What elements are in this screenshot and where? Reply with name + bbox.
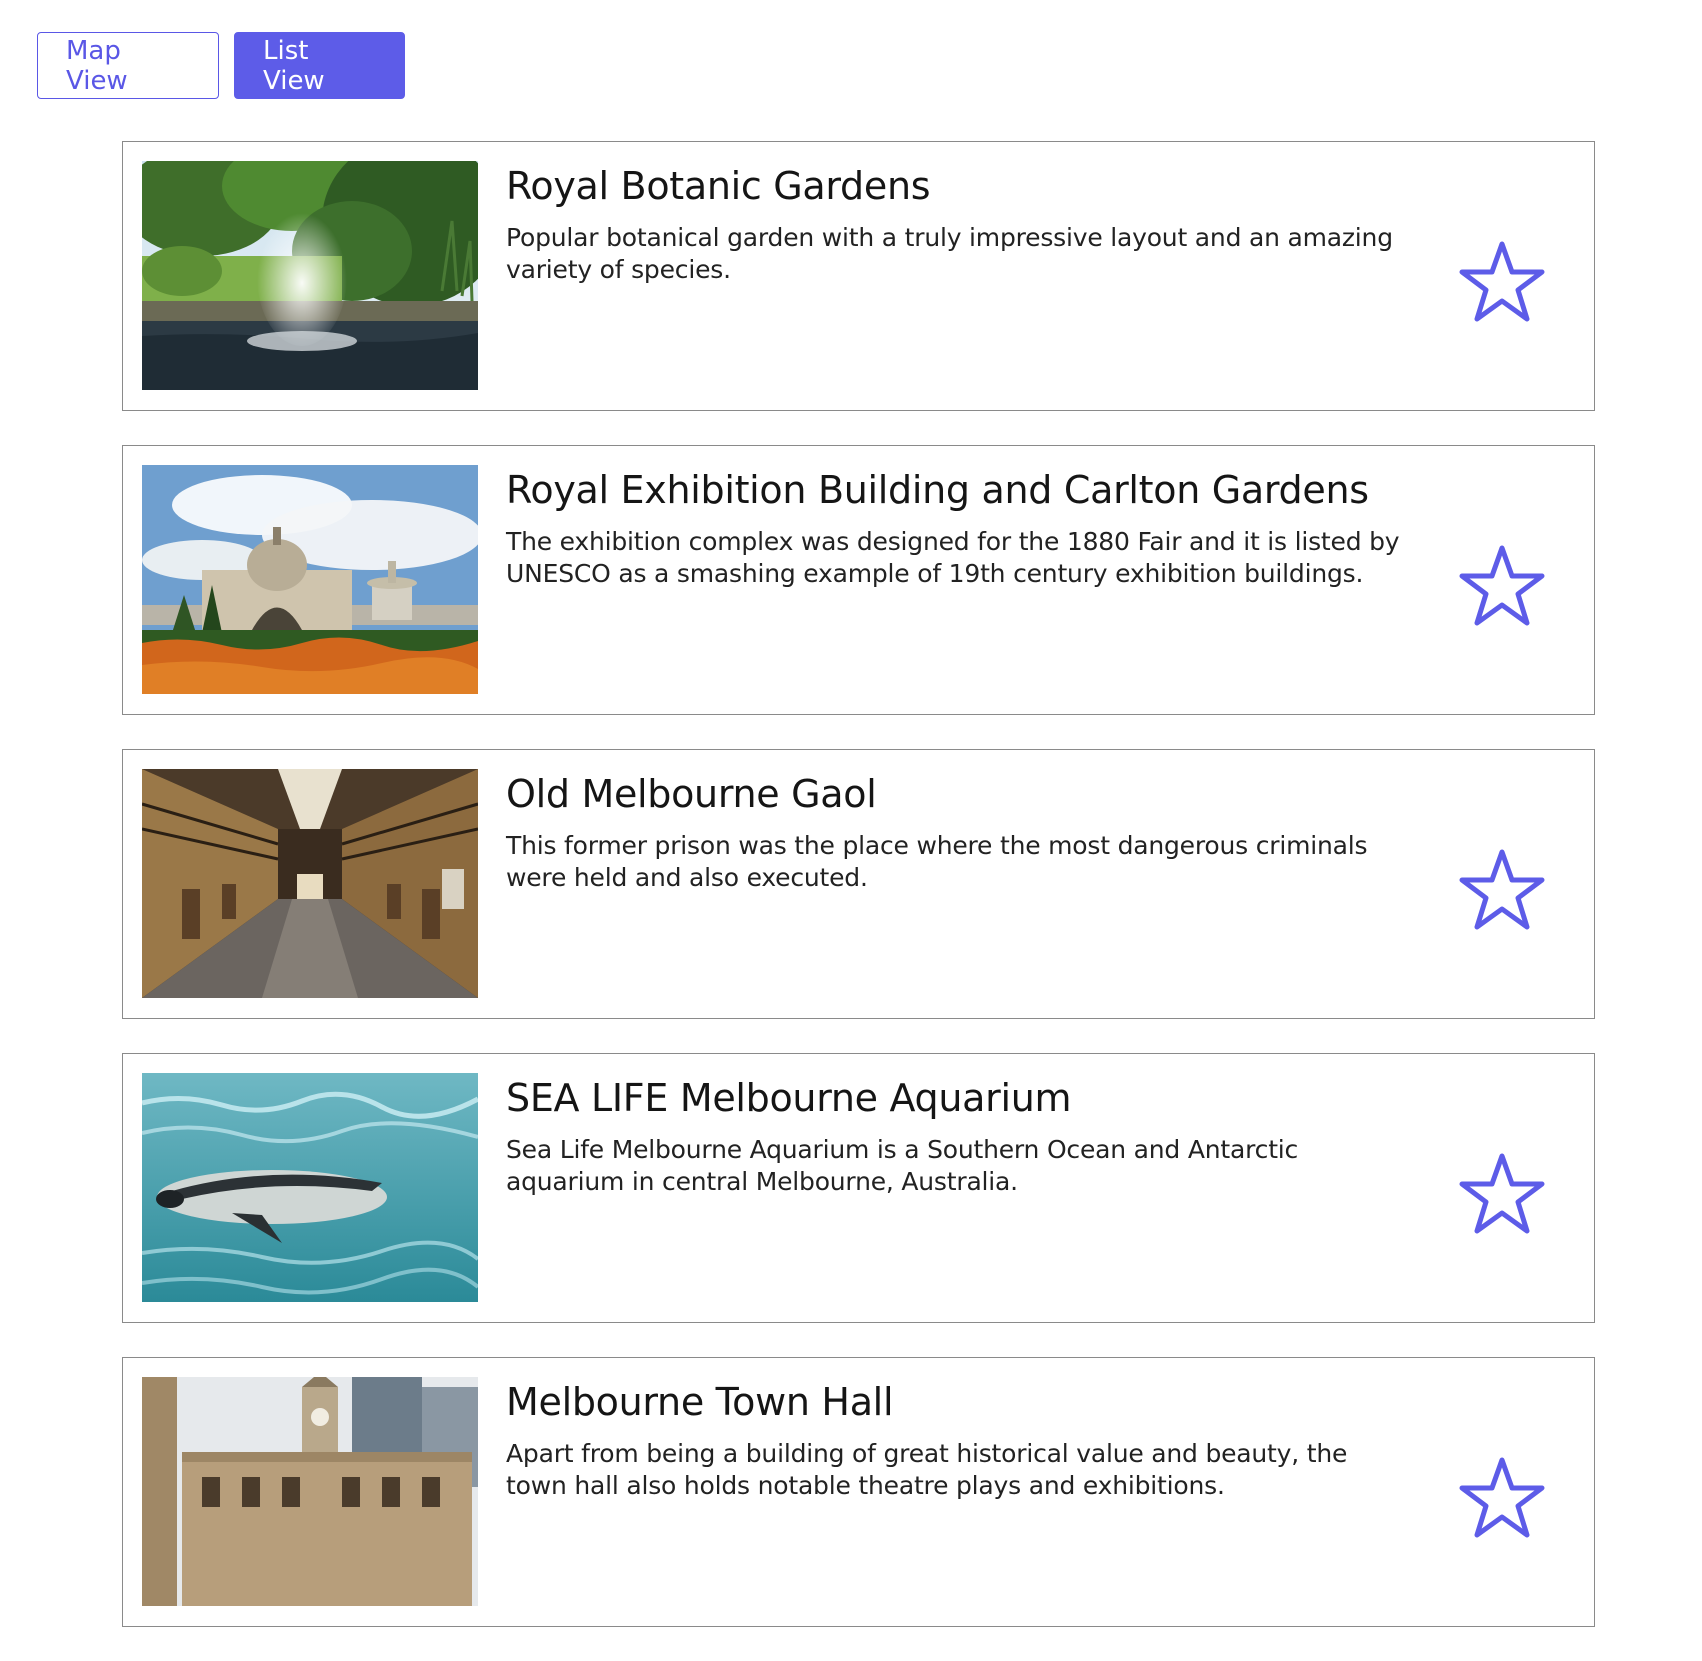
favorite-star-icon[interactable] [1458, 848, 1546, 932]
place-image [142, 465, 478, 694]
view-toggle: Map View List View [37, 32, 405, 99]
places-list: Royal Botanic Gardens Popular botanical … [122, 141, 1595, 1661]
favorite-star-icon[interactable] [1458, 1152, 1546, 1236]
place-info: Old Melbourne Gaol This former prison wa… [506, 772, 1411, 894]
place-description: Apart from being a building of great his… [506, 1439, 1348, 1500]
place-title: Royal Exhibition Building and Carlton Ga… [506, 468, 1369, 512]
place-card[interactable]: Royal Exhibition Building and Carlton Ga… [122, 445, 1595, 715]
prison-corridor-photo [142, 769, 478, 998]
place-info: Royal Exhibition Building and Carlton Ga… [506, 468, 1411, 590]
place-info: Melbourne Town Hall Apart from being a b… [506, 1380, 1411, 1502]
place-card[interactable]: SEA LIFE Melbourne Aquarium Sea Life Mel… [122, 1053, 1595, 1323]
place-title: Royal Botanic Gardens [506, 164, 931, 208]
town-hall-photo [142, 1377, 478, 1606]
map-view-button[interactable]: Map View [37, 32, 219, 99]
favorite-star-icon[interactable] [1458, 544, 1546, 628]
exhibition-building-photo [142, 465, 478, 694]
place-title: Old Melbourne Gaol [506, 772, 877, 816]
place-info: Royal Botanic Gardens Popular botanical … [506, 164, 1411, 286]
place-image [142, 1073, 478, 1302]
place-image [142, 769, 478, 998]
place-title: SEA LIFE Melbourne Aquarium [506, 1076, 1072, 1120]
place-image [142, 1377, 478, 1606]
place-description: Sea Life Melbourne Aquarium is a Souther… [506, 1135, 1299, 1196]
place-card[interactable]: Melbourne Town Hall Apart from being a b… [122, 1357, 1595, 1627]
place-info: SEA LIFE Melbourne Aquarium Sea Life Mel… [506, 1076, 1411, 1198]
place-card[interactable]: Royal Botanic Gardens Popular botanical … [122, 141, 1595, 411]
place-image [142, 161, 478, 390]
place-card[interactable]: Old Melbourne Gaol This former prison wa… [122, 749, 1595, 1019]
place-title: Melbourne Town Hall [506, 1380, 894, 1424]
place-description: The exhibition complex was designed for … [506, 527, 1400, 588]
place-description: This former prison was the place where t… [506, 831, 1368, 892]
fountain-garden-photo [142, 161, 478, 390]
list-view-button[interactable]: List View [234, 32, 405, 99]
favorite-star-icon[interactable] [1458, 240, 1546, 324]
penguin-underwater-photo [142, 1073, 478, 1302]
place-description: Popular botanical garden with a truly im… [506, 223, 1393, 284]
favorite-star-icon[interactable] [1458, 1456, 1546, 1540]
